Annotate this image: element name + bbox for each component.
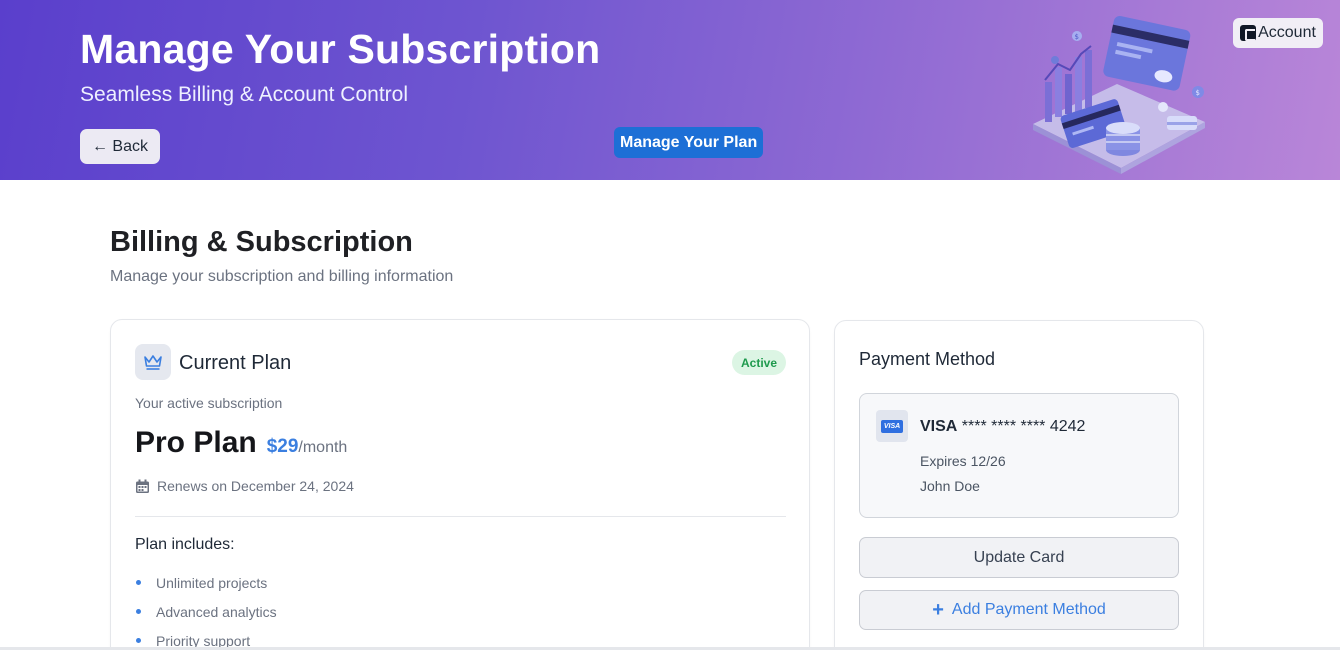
account-button[interactable]: Account xyxy=(1233,18,1323,48)
back-button[interactable]: ← Back xyxy=(80,129,160,164)
card-number: VISA **** **** **** 4242 xyxy=(920,418,1085,436)
card-details: VISA VISA **** **** **** 4242 Expires 12… xyxy=(859,393,1179,518)
billing-title: Billing & Subscription xyxy=(110,226,413,258)
plan-subheading: Your active subscription xyxy=(135,395,283,411)
current-plan-card: Current Plan Active Your active subscrip… xyxy=(110,319,810,650)
plan-name-row: Pro Plan $29 /month xyxy=(135,426,347,460)
calendar-icon xyxy=(136,479,149,493)
renewal-row: Renews on December 24, 2024 xyxy=(135,478,354,494)
page-header: Manage Your Subscription Seamless Billin… xyxy=(0,0,1340,180)
card-holder: John Doe xyxy=(920,478,980,494)
plus-icon: + xyxy=(932,599,944,621)
account-label: Account xyxy=(1258,24,1316,41)
add-payment-method-button[interactable]: + Add Payment Method xyxy=(859,590,1179,630)
masked-number: **** **** **** 4242 xyxy=(961,418,1086,435)
billing-illustration: $ $ xyxy=(1033,15,1205,174)
billing-subtitle: Manage your subscription and billing inf… xyxy=(110,268,454,285)
list-item: Unlimited projects xyxy=(135,568,277,597)
plan-price: $29 xyxy=(266,436,299,457)
divider xyxy=(135,516,786,517)
svg-text:$: $ xyxy=(1075,33,1079,41)
plan-name: Pro Plan xyxy=(135,426,257,459)
manage-plan-button[interactable]: Manage Your Plan xyxy=(614,127,764,158)
add-payment-method-label: Add Payment Method xyxy=(951,601,1106,618)
payment-method-title: Payment Method xyxy=(859,349,996,369)
payment-method-card: Payment Method VISA VISA **** **** **** … xyxy=(834,320,1204,650)
wallet-icon xyxy=(1240,25,1257,41)
list-item: Advanced analytics xyxy=(135,597,277,626)
feature-list: Unlimited projects Advanced analytics Pr… xyxy=(135,568,277,650)
renewal-date: Renews on December 24, 2024 xyxy=(157,478,354,494)
card-expiry: Expires 12/26 xyxy=(920,453,1006,469)
update-card-button[interactable]: Update Card xyxy=(859,537,1179,578)
plan-period: /month xyxy=(298,439,348,456)
current-plan-heading: Current Plan xyxy=(179,352,292,374)
plan-includes-title: Plan includes: xyxy=(135,536,235,553)
bullet-icon xyxy=(136,580,141,585)
page-title: Manage Your Subscription xyxy=(80,26,601,72)
page-subtitle: Seamless Billing & Account Control xyxy=(80,83,408,106)
status-badge: Active xyxy=(732,350,786,375)
svg-text:$: $ xyxy=(1196,89,1200,97)
bullet-icon xyxy=(136,609,141,614)
crown-icon xyxy=(135,344,171,380)
visa-card-icon: VISA xyxy=(876,410,908,442)
bullet-icon xyxy=(136,638,141,643)
card-brand: VISA xyxy=(920,418,958,435)
